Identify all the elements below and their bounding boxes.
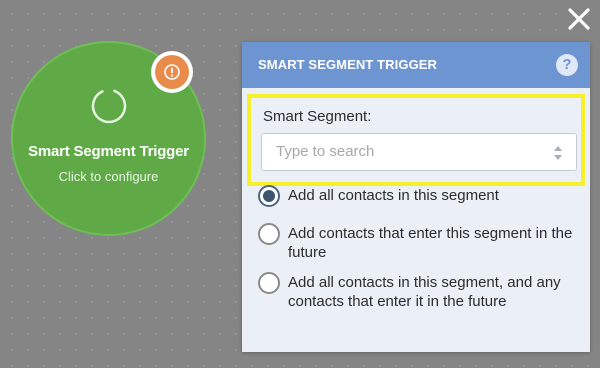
node-subtitle: Click to configure	[58, 169, 159, 184]
warning-badge	[151, 51, 193, 93]
help-icon-glyph: ?	[562, 56, 572, 73]
node-title: Smart Segment Trigger	[28, 143, 189, 160]
loading-spinner-icon	[89, 86, 129, 126]
help-icon[interactable]: ?	[556, 54, 578, 76]
select-arrows-icon	[552, 143, 564, 163]
segment-field-highlight: Smart Segment:	[247, 94, 585, 186]
option-label: Add contacts that enter this segment in …	[288, 225, 573, 261]
close-button[interactable]	[566, 6, 592, 32]
option-label: Add all contacts in this segment	[288, 187, 499, 204]
trigger-config-panel: SMART SEGMENT TRIGGER ? Smart Segment: A…	[242, 42, 590, 352]
panel-title: SMART SEGMENT TRIGGER	[258, 57, 438, 72]
smart-segment-select[interactable]	[261, 133, 577, 171]
radio-button[interactable]	[258, 223, 280, 245]
smart-segment-search-input[interactable]	[276, 143, 536, 160]
smart-segment-label: Smart Segment:	[263, 108, 372, 125]
panel-header: SMART SEGMENT TRIGGER ?	[242, 42, 590, 88]
radio-button[interactable]	[258, 272, 280, 294]
option-label: Add all contacts in this segment, and an…	[288, 274, 561, 310]
radio-button-checked[interactable]	[258, 185, 280, 207]
alert-icon	[164, 64, 180, 80]
close-icon	[568, 8, 590, 30]
radio-dot	[263, 190, 275, 202]
